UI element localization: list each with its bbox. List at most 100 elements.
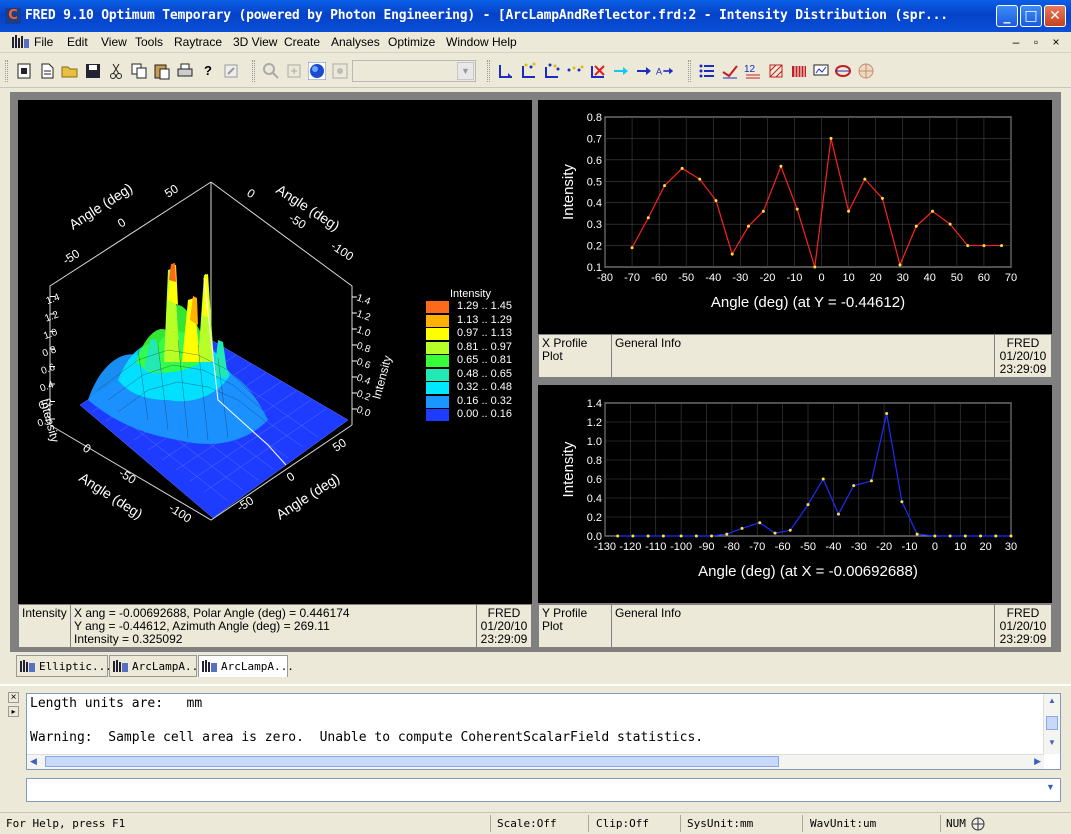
surface-plot[interactable]: -50 0 50 0 -50 -100 0 -50 -100 50 0 -50 … [18,100,532,605]
menu-edit[interactable]: Edit [67,35,88,49]
stamp-time: 23:29:09 [999,362,1047,376]
menu-raytrace[interactable]: Raytrace [174,35,222,49]
ray-trace-icon[interactable] [543,62,561,80]
mdi-close-button[interactable]: × [1048,34,1064,50]
tab-elliptic[interactable]: Elliptic... [16,655,112,677]
open-icon[interactable] [61,62,79,80]
ray-start-icon[interactable] [497,62,515,80]
copy-icon[interactable] [130,62,148,80]
arrow-blue-icon[interactable] [635,62,653,80]
vertical-scrollbar[interactable]: ▲ ▼ [1043,694,1060,754]
fred-app-icon[interactable]: C [5,8,21,24]
close-button[interactable]: ✕ [1044,5,1066,27]
toolbar-grip[interactable] [5,60,8,82]
menu-3d-view[interactable]: 3D View [233,35,277,49]
view-combo[interactable]: ▼ [352,60,476,82]
mdi-restore-button[interactable]: ▫ [1028,34,1044,50]
zoom-icon[interactable] [262,62,280,80]
ray-grid-icon[interactable] [566,62,584,80]
legend-swatch [426,314,449,327]
line-icon[interactable] [721,62,739,80]
tab-arclamp-1[interactable]: ArcLampA... [109,655,205,677]
arrow-label-icon[interactable]: A [656,62,674,80]
x-profile-panel[interactable]: -80 -70 -60 -50 -40 -30 -20 -10 0 10 20 30 40 50 60 70 0… [538,100,1052,334]
z-tick-label: 1.0 [42,327,59,342]
stamp-time: 23:29:09 [480,632,528,646]
ray-scatter-icon[interactable] [520,62,538,80]
tab-arclamp-2[interactable]: ArcLampA... [198,655,294,677]
menu-tools[interactable]: Tools [135,35,163,49]
document-icon[interactable] [12,35,30,49]
x-profile-chart[interactable]: -80 -70 -60 -50 -40 -30 -20 -10 0 10 20 30 40 50 60 700… [538,100,1052,334]
y-profile-info-bar: Y Profile Plot General Info FRED 01/20/1… [538,604,1052,648]
y-profile-panel[interactable]: -130 -120 -110 -100 -90 -80 -70 -60 -50 -40 -30 -20… [538,385,1052,603]
toolbar-grip[interactable] [252,60,255,82]
toolbar-grip[interactable] [487,60,490,82]
sphere-icon[interactable] [857,62,875,80]
horizontal-scrollbar[interactable]: ◀ ▶ [27,754,1044,769]
menu-analyses[interactable]: Analyses [331,35,380,49]
legend-label: 0.00 .. 0.16 [457,408,513,420]
menu-help[interactable]: Help [492,35,517,49]
cut-icon[interactable] [107,62,125,80]
maximize-button[interactable]: □ [1020,5,1042,27]
chevron-down-icon[interactable]: ▼ [457,62,474,80]
data-point [994,534,998,538]
bars-icon[interactable] [790,62,808,80]
list-icon[interactable] [698,62,716,80]
chevron-right-icon[interactable]: ▶ [1034,756,1041,767]
pin-icon[interactable]: ▸ [8,706,19,717]
command-input[interactable]: ▼ [26,778,1061,802]
x-tick-label: -110 [645,541,666,553]
chevron-down-icon[interactable]: ▼ [1046,738,1058,750]
surface-tick-label: -50 [60,246,82,267]
minimize-button[interactable]: _ [996,5,1018,27]
surface-plot-panel[interactable]: -50 0 50 0 -50 -100 0 -50 -100 50 0 -50 … [18,100,532,605]
menu-create[interactable]: Create [284,35,320,49]
new-icon[interactable] [15,62,33,80]
view-icon[interactable] [331,62,349,80]
new-doc-icon[interactable] [38,62,56,80]
output-window[interactable]: Length units are: mm Warning: Sample cel… [26,693,1061,770]
y-profile-chart[interactable]: -130 -120 -110 -100 -90 -80 -70 -60 -50 -40 -30 -20… [538,385,1052,603]
y-tick-label: 0.4 [587,198,602,210]
z-tick-label: 0.4 [355,372,372,387]
help-icon[interactable]: ? [199,62,217,80]
close-icon[interactable]: × [8,692,19,703]
x-tick-label: 20 [980,541,992,553]
ray-stop-icon[interactable] [589,62,607,80]
data-point [852,484,856,488]
y-tick-label: 0.8 [587,112,602,124]
chevron-left-icon[interactable]: ◀ [30,756,37,767]
z-tick-label: 0.6 [355,356,372,371]
chart-icon[interactable] [812,62,830,80]
edit-icon[interactable] [222,62,240,80]
save-icon[interactable] [84,62,102,80]
x-tick-label: -70 [624,272,640,284]
target-icon[interactable] [834,62,852,80]
chevron-up-icon[interactable]: ▲ [1046,696,1058,708]
legend-swatch [426,301,449,313]
data-point [966,244,970,248]
menu-window[interactable]: Window [446,35,489,49]
menu-optimize[interactable]: Optimize [388,35,435,49]
toolbar-grip[interactable] [688,60,691,82]
paste-icon[interactable] [153,62,171,80]
data-point [948,222,952,226]
print-icon[interactable] [176,62,194,80]
menu-view[interactable]: View [101,35,127,49]
numbers-icon[interactable]: 12 [744,62,762,80]
hatch-icon[interactable] [767,62,785,80]
scroll-thumb[interactable] [1046,716,1058,730]
scroll-thumb[interactable] [45,756,779,767]
data-point [982,244,986,248]
legend-label: 1.13 .. 1.29 [457,313,513,326]
data-point [779,164,783,168]
legend-swatch [426,395,449,408]
fit-icon[interactable] [285,62,303,80]
menu-file[interactable]: File [34,35,53,49]
arrow-cyan-icon[interactable] [612,62,630,80]
mdi-minimize-button[interactable]: – [1008,34,1024,50]
globe-icon[interactable] [308,62,326,80]
chevron-down-icon[interactable]: ▼ [1043,782,1058,798]
